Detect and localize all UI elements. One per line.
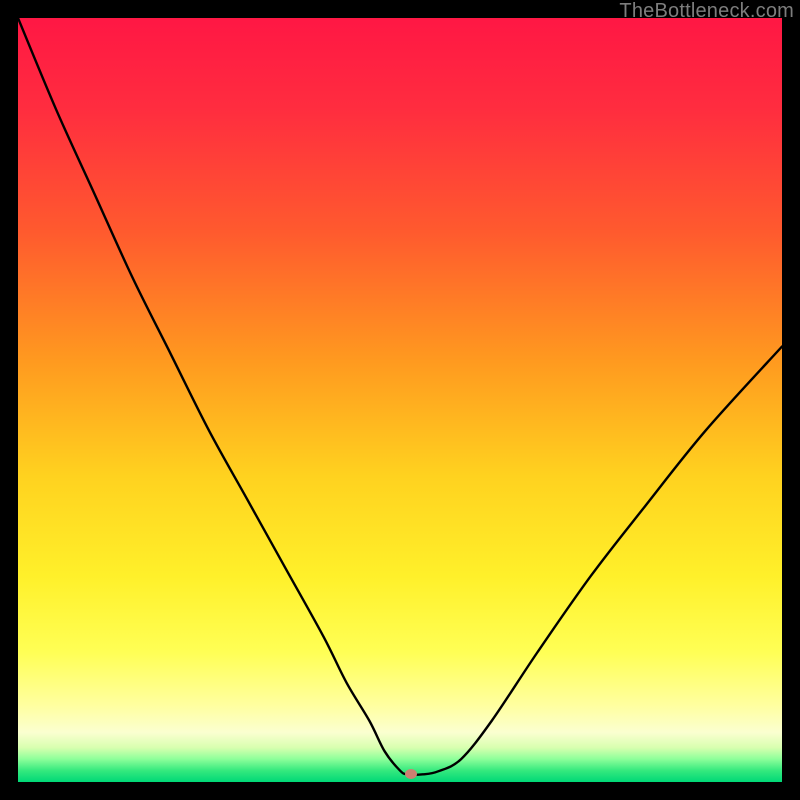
chart-stage: TheBottleneck.com xyxy=(0,0,800,800)
bottleneck-curve xyxy=(18,18,782,782)
plot-frame xyxy=(18,18,782,782)
optimal-point-marker xyxy=(405,769,417,779)
attribution-text: TheBottleneck.com xyxy=(619,0,794,23)
